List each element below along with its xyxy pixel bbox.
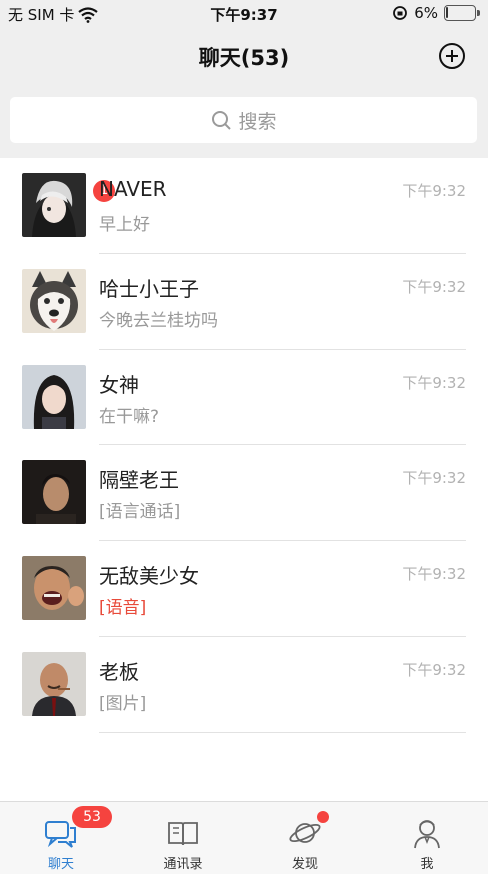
tab-badge: 53 xyxy=(72,806,112,828)
chat-preview: [语音] xyxy=(99,598,147,619)
battery-percent: 6% xyxy=(414,4,438,22)
chat-preview: 早上好 xyxy=(99,215,150,235)
avatar xyxy=(22,460,86,525)
tab-label: 通讯录 xyxy=(163,857,203,872)
orientation-lock-icon xyxy=(393,6,408,20)
tab-label: 发现 xyxy=(291,857,318,872)
chat-name: 老板 xyxy=(99,659,139,684)
page-title: 聊天(53) xyxy=(198,46,290,70)
chat-preview: 在干嘛? xyxy=(99,406,160,427)
battery-icon xyxy=(444,5,480,21)
chat-item-goddess[interactable]: 女神 下午9:32 在干嘛? xyxy=(0,350,488,446)
chat-item-neighbor[interactable]: 隔壁老王 下午9:32 [语言通话] xyxy=(0,445,488,542)
person-icon xyxy=(414,820,440,849)
status-bar: 无 SIM 卡 下午9:37 6% xyxy=(0,0,488,28)
address-book-icon xyxy=(168,822,198,846)
tab-discover[interactable]: 发现 xyxy=(244,802,366,874)
chat-time: 下午9:32 xyxy=(402,182,466,200)
chat-preview: [图片] xyxy=(99,693,147,714)
chat-time: 下午9:32 xyxy=(402,565,466,584)
tab-chats[interactable]: 53 聊天 xyxy=(0,802,122,874)
discover-notification-dot xyxy=(317,811,329,823)
woman-avatar-image xyxy=(22,364,86,429)
divider xyxy=(99,731,466,733)
chat-item-beauty[interactable]: 无敌美少女 下午9:32 [语音] xyxy=(0,541,488,637)
chat-name: 隔壁老王 xyxy=(99,468,179,493)
search-icon xyxy=(212,111,232,130)
chat-item-husky[interactable]: 哈士小王子 下午9:32 今晚去兰桂坊吗 xyxy=(0,254,488,350)
plus-circle-icon[interactable] xyxy=(438,42,466,70)
tab-me[interactable]: 我 xyxy=(366,802,488,874)
chat-name: 哈士小王子 xyxy=(99,276,199,301)
tab-bar: 53 聊天 通讯录 发现 我 xyxy=(0,801,488,874)
chat-name: 无敌美少女 xyxy=(99,564,199,589)
battery-fill xyxy=(446,7,448,18)
navigation-bar: 聊天(53) xyxy=(0,28,488,84)
search-input[interactable]: 搜索 xyxy=(10,97,477,143)
chat-preview: 今晚去兰桂坊吗 xyxy=(99,310,218,331)
man-avatar-image xyxy=(22,460,86,525)
boss-avatar-image xyxy=(22,651,86,716)
chat-time: 下午9:32 xyxy=(402,660,466,679)
chat-time: 下午9:32 xyxy=(402,469,466,488)
chat-item-naver[interactable]: 1 NAVER 下午9:32 早上好 xyxy=(0,158,488,254)
search-placeholder: 搜索 xyxy=(238,110,277,133)
chat-time: 下午9:32 xyxy=(402,373,466,392)
chat-time: 下午9:32 xyxy=(402,277,466,296)
tab-contacts[interactable]: 通讯录 xyxy=(122,802,244,874)
chat-name: 女神 xyxy=(99,372,139,397)
tab-label: 我 xyxy=(420,857,434,872)
husky-avatar-image xyxy=(22,268,86,333)
avatar xyxy=(22,651,86,716)
chat-preview: [语言通话] xyxy=(99,502,181,523)
search-area: 搜索 xyxy=(0,84,488,158)
avatar xyxy=(22,556,86,621)
chat-name: NAVER xyxy=(99,177,167,201)
avatar xyxy=(22,364,86,429)
tab-label: 聊天 xyxy=(47,857,74,872)
avatar xyxy=(22,268,86,333)
anime-avatar-image xyxy=(22,173,86,237)
chat-list: 1 NAVER 下午9:32 早上好 哈士小王子 下午9:32 今晚去兰桂坊吗 xyxy=(0,158,488,733)
chat-item-boss[interactable]: 老板 下午9:32 [图片] xyxy=(0,637,488,733)
status-right: 6% xyxy=(392,4,480,22)
laughing-man-avatar-image xyxy=(22,556,86,621)
avatar: 1 xyxy=(22,173,115,237)
planet-icon xyxy=(289,823,321,843)
